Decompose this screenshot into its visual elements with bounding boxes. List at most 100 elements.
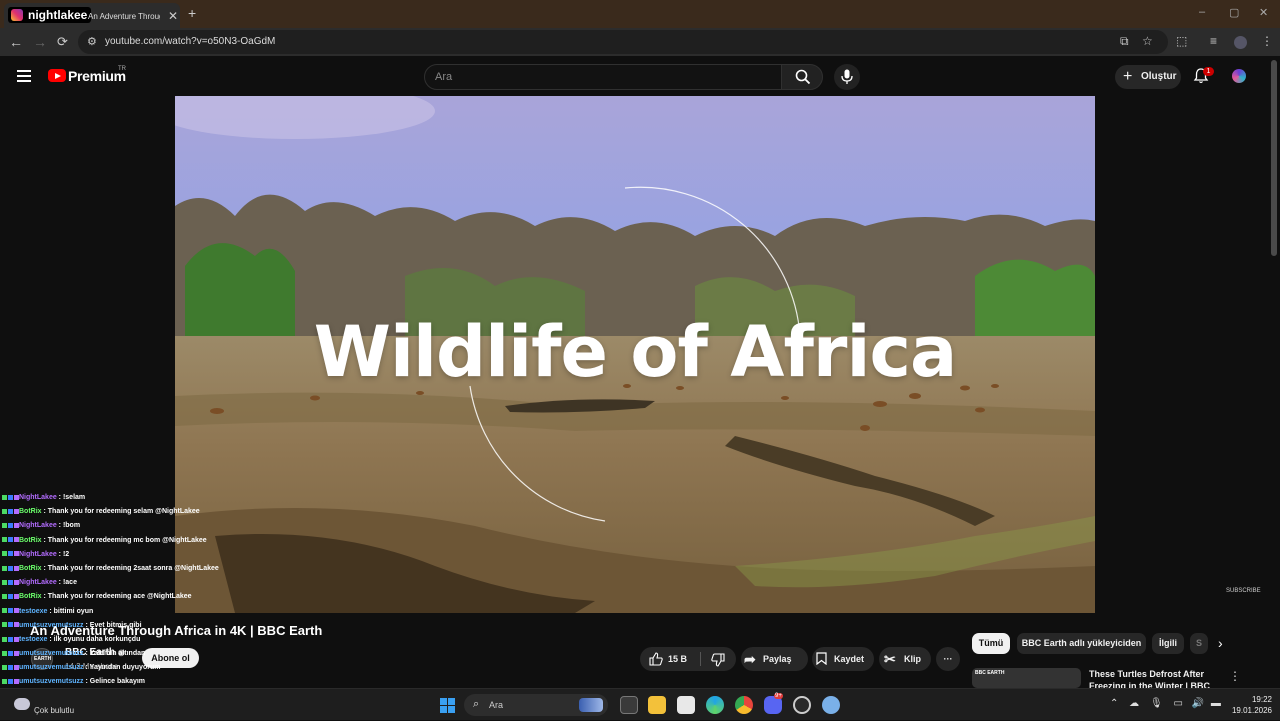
- more-actions-button[interactable]: ···: [936, 647, 960, 671]
- hamburger-menu-icon[interactable]: [17, 70, 31, 82]
- windows-start-icon[interactable]: [440, 698, 455, 713]
- like-dislike-group: 15 B: [640, 647, 736, 671]
- chrome-icon[interactable]: [735, 696, 753, 714]
- chat-badges: [2, 678, 19, 685]
- address-bar[interactable]: ⚙ youtube.com/watch?v=o50N3-OaGdM: [78, 30, 1168, 54]
- clock-date: 19.01.2026: [1231, 706, 1272, 715]
- site-info-icon[interactable]: ⚙: [87, 35, 97, 48]
- minimize-button[interactable]: –: [1199, 6, 1205, 18]
- chat-text: : Thank you for redeeming mc bom @NightL…: [41, 536, 207, 544]
- cloud-icon[interactable]: [14, 698, 30, 710]
- related-video-thumbnail[interactable]: BBC EARTH: [972, 668, 1081, 688]
- chip-from-uploader[interactable]: BBC Earth adlı yükleyiciden: [1017, 633, 1146, 654]
- voice-search-button[interactable]: [834, 64, 860, 90]
- volume-icon[interactable]: 🔊: [1192, 698, 1204, 709]
- chat-badges: [2, 551, 19, 558]
- chat-badge-icon: [8, 622, 13, 628]
- browser-menu-icon[interactable]: ⋮: [1261, 34, 1273, 48]
- chat-badge-icon: [2, 579, 7, 585]
- chat-badge-icon: [2, 508, 7, 514]
- chat-badge-icon: [8, 593, 13, 599]
- chat-message: BotRix : Thank you for redeeming selam @…: [2, 508, 322, 522]
- discord-icon[interactable]: 9+: [764, 693, 783, 714]
- install-app-icon[interactable]: ⧉: [1120, 34, 1129, 49]
- chat-username: umutsuzvemutsuzz: [19, 650, 84, 658]
- new-tab-button[interactable]: +: [188, 5, 196, 21]
- chat-text: : Thank you for redeeming 2saat sonra @N…: [41, 564, 219, 572]
- reload-button[interactable]: ⟳: [57, 34, 68, 50]
- chevron-right-icon[interactable]: ›: [1218, 635, 1223, 651]
- close-window-button[interactable]: ✕: [1259, 6, 1268, 19]
- onedrive-icon[interactable]: ☁: [1129, 698, 1139, 709]
- taskbar-search-input[interactable]: ⌕ Ara: [464, 694, 608, 716]
- display-icon[interactable]: ▭: [1173, 698, 1182, 709]
- chat-text: : !selam: [56, 494, 86, 501]
- chat-badge-icon: [2, 537, 7, 543]
- chat-badge-icon: [2, 523, 7, 529]
- save-button[interactable]: Kaydet: [812, 647, 874, 671]
- file-explorer-icon[interactable]: [648, 696, 666, 714]
- chat-username: BotRix: [19, 508, 42, 516]
- close-tab-icon[interactable]: ✕: [168, 9, 178, 23]
- create-button[interactable]: + Oluştur: [1115, 65, 1181, 89]
- search-highlight-icon: [579, 698, 603, 712]
- chat-text: : Thank you for redeeming ace @NightLake…: [41, 593, 192, 601]
- chat-message: NightLakee : !bom: [2, 522, 322, 536]
- chat-message: umutsuzvemutsuzz : Evet bitmiş gibi: [2, 622, 322, 636]
- chip-related[interactable]: İlgili: [1152, 633, 1184, 654]
- microphone-icon[interactable]: 🎙: [1150, 698, 1163, 709]
- browser-toolbar: ← → ⟳ ⚙ youtube.com/watch?v=o50N3-OaGdM …: [0, 28, 1280, 56]
- video-overlay-title: Wildlife of Africa: [313, 311, 957, 393]
- back-button[interactable]: ←: [9, 34, 23, 50]
- chip-all[interactable]: Tümü: [972, 633, 1010, 654]
- chat-badge-icon: [2, 494, 7, 500]
- system-clock[interactable]: 19:22 19.01.2026: [1222, 694, 1272, 716]
- youtube-logo-icon[interactable]: [48, 69, 66, 82]
- chevron-up-icon[interactable]: ⌃: [1110, 698, 1118, 709]
- obs-icon[interactable]: [793, 696, 811, 714]
- chat-badge-icon: [8, 494, 13, 500]
- task-view-icon[interactable]: [620, 696, 638, 714]
- page-scrollbar[interactable]: [1271, 60, 1277, 256]
- settings-icon[interactable]: [822, 696, 840, 714]
- edge-icon[interactable]: [706, 696, 724, 714]
- like-button[interactable]: 15 B: [640, 647, 700, 671]
- chat-username: NightLakee: [19, 550, 57, 558]
- chat-text: : Thank you for redeeming selam @NightLa…: [41, 508, 200, 516]
- maximize-button[interactable]: ▢: [1229, 6, 1239, 19]
- profile-avatar[interactable]: [1234, 36, 1247, 49]
- search-button[interactable]: [781, 64, 823, 90]
- chat-username: BotRix: [19, 593, 42, 601]
- subscribe-watermark[interactable]: SUBSCRIBE: [1226, 588, 1261, 594]
- chip-more[interactable]: S: [1190, 633, 1208, 654]
- chat-badge-icon: [2, 608, 7, 614]
- chat-badges: [2, 608, 19, 615]
- clip-button[interactable]: ✂ Klip: [879, 647, 931, 671]
- chat-message: NightLakee : !ace: [2, 579, 322, 593]
- microsoft-store-icon[interactable]: [677, 696, 695, 714]
- stream-chat-overlay: NightLakee : !selam BotRix : Thank you fo…: [2, 494, 322, 721]
- share-label: Paylaş: [763, 654, 792, 664]
- chat-username: NightLakee: [19, 579, 57, 587]
- reading-list-icon[interactable]: ≡: [1210, 34, 1217, 48]
- account-avatar[interactable]: [1232, 69, 1246, 83]
- bookmark-star-icon[interactable]: ☆: [1142, 34, 1153, 48]
- weather-status[interactable]: Çok bulutlu: [34, 706, 74, 715]
- extensions-icon[interactable]: ⬚: [1176, 34, 1187, 48]
- share-button[interactable]: ➦ Paylaş: [741, 647, 808, 671]
- related-video-title[interactable]: These Turtles Defrost After Freezing in …: [1089, 668, 1219, 688]
- tab-logo-text: nightlakee: [28, 8, 88, 22]
- scissors-icon: ✂: [884, 651, 896, 667]
- chat-badge-icon: [8, 565, 13, 571]
- forward-button[interactable]: →: [33, 34, 47, 50]
- related-video-menu-icon[interactable]: ⋮: [1229, 669, 1241, 683]
- browser-tab[interactable]: nightlakee An Adventure Through Africa ✕: [4, 3, 180, 28]
- chat-text: : !bom: [56, 522, 81, 530]
- search-input[interactable]: Ara: [424, 64, 782, 90]
- chat-badges: [2, 650, 19, 657]
- chat-text: : Yayından duyuyorum: [83, 664, 161, 672]
- battery-icon[interactable]: ▬: [1211, 698, 1221, 709]
- search-icon: ⌕: [473, 698, 480, 710]
- dislike-button[interactable]: [701, 647, 736, 671]
- chat-username: testoexe: [19, 635, 48, 643]
